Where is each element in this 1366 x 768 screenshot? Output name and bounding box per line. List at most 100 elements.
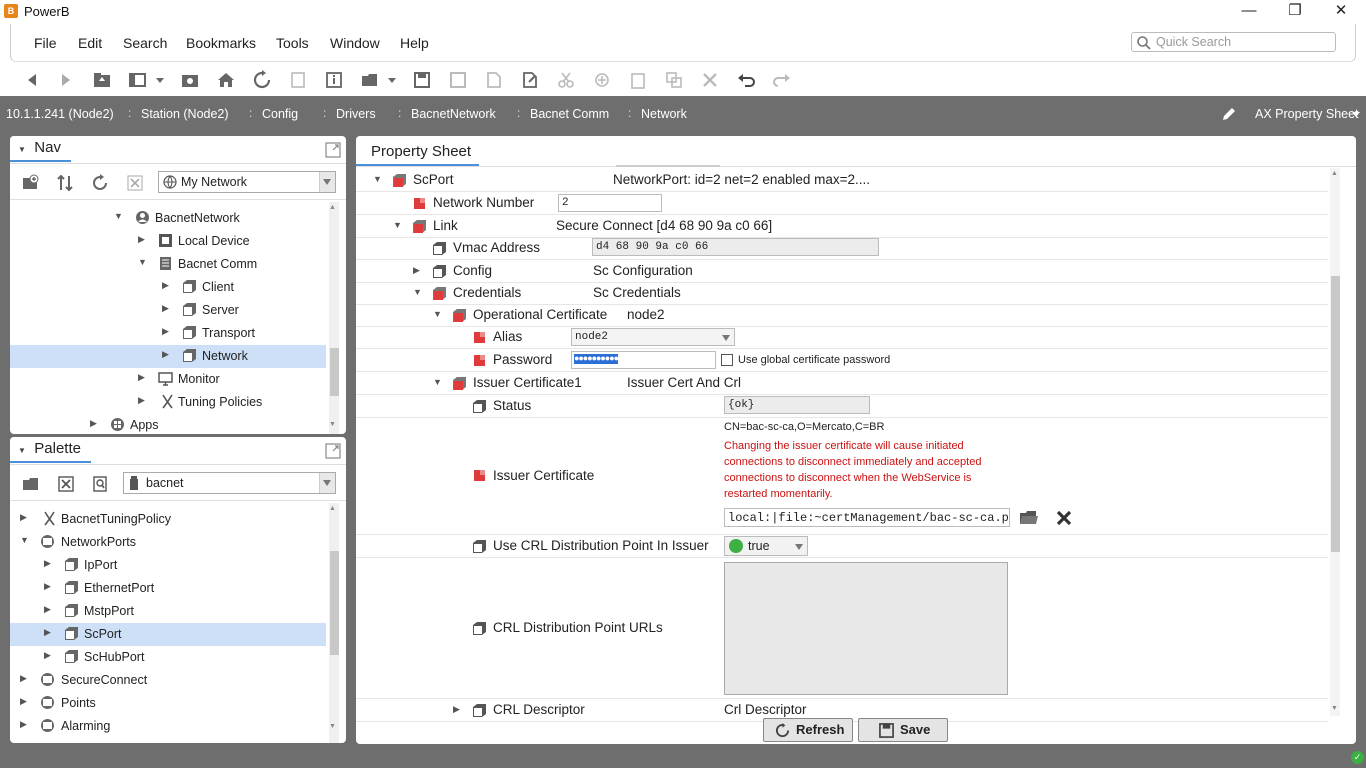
- palette-item-points[interactable]: ▶ Points: [10, 692, 328, 715]
- palette-item-ethernetport[interactable]: ▶ EthernetPort: [10, 577, 328, 600]
- duplicate-icon[interactable]: [664, 70, 684, 90]
- property-row-crl-urls[interactable]: CRL Distribution Point URLs: [356, 559, 1328, 699]
- chevron-right-icon[interactable]: ▶: [20, 719, 27, 730]
- chevron-down-icon[interactable]: ▼: [138, 257, 147, 267]
- tab-palette[interactable]: ▼ Palette: [10, 437, 91, 463]
- tab-property-sheet[interactable]: Property Sheet: [356, 136, 479, 166]
- palette-item-secureconnect[interactable]: ▶ SecureConnect: [10, 669, 328, 692]
- scroll-down-icon[interactable]: ▼: [329, 723, 336, 730]
- tab-nav[interactable]: ▼ Nav: [10, 136, 71, 162]
- property-row-config[interactable]: ▶ Config Sc Configuration: [356, 260, 1328, 283]
- save-all-icon[interactable]: [448, 70, 468, 90]
- use-crl-select[interactable]: true: [724, 536, 808, 556]
- tree-item-client[interactable]: ▶ Client: [10, 276, 328, 299]
- chevron-right-icon[interactable]: ▶: [162, 349, 169, 360]
- chevron-right-icon[interactable]: ▶: [138, 395, 145, 406]
- side-bar-icon[interactable]: [128, 70, 148, 90]
- scroll-up-icon[interactable]: ▲: [329, 505, 336, 512]
- chevron-down-icon[interactable]: [382, 70, 402, 90]
- tree-item-network[interactable]: ▶ Network: [10, 345, 326, 368]
- expand-panel-icon[interactable]: [325, 443, 341, 459]
- breadcrumb-item[interactable]: Station (Node2): [141, 107, 229, 121]
- nav-scroll-thumb[interactable]: [330, 348, 339, 396]
- chevron-down-icon[interactable]: ▼: [18, 145, 26, 154]
- tree-item-bacnetnetwork[interactable]: ▼ BacnetNetwork: [10, 207, 328, 230]
- property-row-alias[interactable]: Alias node2: [356, 326, 1328, 349]
- copy-icon[interactable]: [592, 70, 612, 90]
- home-icon[interactable]: [216, 70, 236, 90]
- save-button[interactable]: Save: [858, 718, 948, 742]
- chevron-down-icon[interactable]: ▼: [433, 309, 442, 319]
- palette-item-alarming[interactable]: ▶ Alarming: [10, 715, 328, 738]
- breadcrumb-item[interactable]: BacnetNetwork: [411, 107, 496, 121]
- breadcrumb-item[interactable]: Config: [262, 107, 298, 121]
- clear-icon[interactable]: [1055, 509, 1073, 527]
- chevron-right-icon[interactable]: ▶: [413, 265, 420, 276]
- palette-item-ipport[interactable]: ▶ IpPort: [10, 554, 328, 577]
- palette-item-bacnettuningpolicy[interactable]: ▶ BacnetTuningPolicy: [10, 508, 328, 531]
- chevron-right-icon[interactable]: ▶: [138, 372, 145, 383]
- menu-edit[interactable]: Edit: [78, 35, 102, 51]
- menu-file[interactable]: File: [34, 35, 57, 51]
- open-folder-icon[interactable]: [22, 475, 40, 493]
- breadcrumb-item[interactable]: Drivers: [336, 107, 376, 121]
- expand-panel-icon[interactable]: [325, 142, 341, 158]
- property-row-link[interactable]: ▼ Link Secure Connect [d4 68 90 9a c0 66…: [356, 215, 1328, 238]
- edit-doc-icon[interactable]: [520, 70, 540, 90]
- tree-item-server[interactable]: ▶ Server: [10, 299, 328, 322]
- up-level-icon[interactable]: [92, 70, 112, 90]
- alias-select[interactable]: node2: [571, 328, 735, 346]
- certificate-file-input[interactable]: local:|file:~certManagement/bac-sc-ca.pe…: [724, 508, 1010, 527]
- chevron-right-icon[interactable]: ▶: [20, 696, 27, 707]
- property-row-issuer-certificate1[interactable]: ▼ Issuer Certificate1 Issuer Cert And Cr…: [356, 372, 1328, 395]
- chevron-down-icon[interactable]: ▼: [413, 287, 422, 297]
- property-row-status[interactable]: Status {ok}: [356, 395, 1328, 418]
- find-icon[interactable]: [91, 475, 109, 493]
- view-selector[interactable]: AX Property Sheet: [1255, 107, 1359, 121]
- property-row-operational-certificate[interactable]: ▼ Operational Certificate node2: [356, 304, 1328, 327]
- save-icon[interactable]: [412, 70, 432, 90]
- back-icon[interactable]: [22, 70, 42, 90]
- minimize-button[interactable]: —: [1226, 0, 1272, 24]
- chevron-right-icon[interactable]: ▶: [162, 303, 169, 314]
- module-select[interactable]: bacnet: [123, 472, 336, 494]
- tree-item-bacnet-comm[interactable]: ▼ Bacnet Comm: [10, 253, 328, 276]
- menu-tools[interactable]: Tools: [276, 35, 309, 51]
- crl-urls-textarea[interactable]: [724, 562, 1008, 695]
- property-row-vmac-address[interactable]: Vmac Address d4 68 90 9a c0 66: [356, 237, 1328, 260]
- chevron-down-icon[interactable]: [722, 335, 730, 341]
- refresh-button[interactable]: Refresh: [763, 718, 853, 742]
- maximize-button[interactable]: ❐: [1272, 0, 1318, 24]
- info-icon[interactable]: [324, 70, 344, 90]
- chevron-right-icon[interactable]: ▶: [20, 512, 27, 523]
- scroll-down-icon[interactable]: ▼: [1331, 705, 1338, 712]
- property-row-issuer-certificate[interactable]: Issuer Certificate CN=bac-sc-ca,O=Mercat…: [356, 417, 1328, 535]
- property-row-credentials[interactable]: ▼ Credentials Sc Credentials: [356, 282, 1328, 305]
- breadcrumb-item[interactable]: Bacnet Comm: [530, 107, 609, 121]
- breadcrumb-item[interactable]: 10.1.1.241 (Node2): [6, 107, 114, 121]
- chevron-right-icon[interactable]: ▶: [20, 673, 27, 684]
- chevron-right-icon[interactable]: ▶: [44, 650, 51, 661]
- property-row-password[interactable]: Password ●●●●●●●●●● Use global certifica…: [356, 349, 1328, 372]
- refresh-icon[interactable]: [91, 174, 109, 192]
- password-input[interactable]: ●●●●●●●●●●: [571, 351, 716, 369]
- cut-icon[interactable]: [556, 70, 576, 90]
- menu-bookmarks[interactable]: Bookmarks: [186, 35, 256, 51]
- delete-icon[interactable]: [700, 70, 720, 90]
- chevron-down-icon[interactable]: ▼: [20, 535, 29, 545]
- quick-search-input[interactable]: Quick Search: [1131, 32, 1336, 52]
- add-station-icon[interactable]: [22, 174, 40, 192]
- chevron-right-icon[interactable]: ▶: [162, 326, 169, 337]
- tree-item-monitor[interactable]: ▶ Monitor: [10, 368, 328, 391]
- scroll-up-icon[interactable]: ▲: [1331, 170, 1338, 177]
- export-icon[interactable]: [484, 70, 504, 90]
- pencil-icon[interactable]: [1220, 105, 1238, 123]
- tree-item-apps[interactable]: ▶ Apps: [10, 414, 328, 434]
- menu-search[interactable]: Search: [123, 35, 167, 51]
- chevron-right-icon[interactable]: ▶: [90, 418, 97, 429]
- breadcrumb-item[interactable]: Network: [641, 107, 687, 121]
- chevron-right-icon[interactable]: ▶: [44, 627, 51, 638]
- close-icon[interactable]: [126, 174, 144, 192]
- undo-icon[interactable]: [736, 70, 756, 90]
- sort-icon[interactable]: [56, 174, 74, 192]
